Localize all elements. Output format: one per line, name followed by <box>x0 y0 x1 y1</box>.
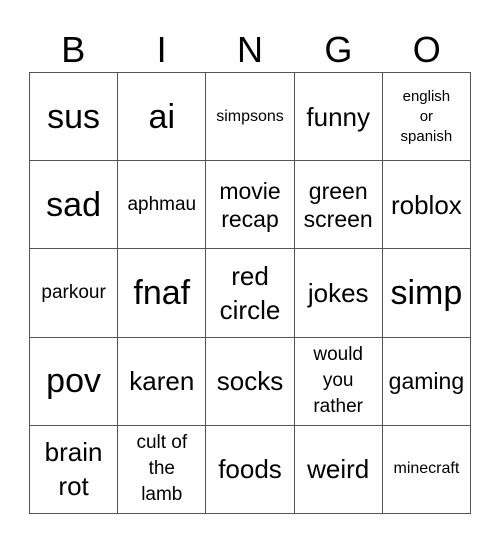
bingo-cell[interactable]: simpsons <box>206 73 295 162</box>
bingo-cell-text: pov <box>46 362 101 401</box>
bingo-cell-text: red circle <box>219 260 281 325</box>
bingo-cell-text: weird <box>307 454 370 485</box>
bingo-cell-text: would you rather <box>313 344 364 418</box>
bingo-cell-text: jokes <box>307 277 369 308</box>
bingo-cell[interactable]: minecraft <box>382 425 471 514</box>
bingo-cell-text: fnaf <box>133 273 191 312</box>
bingo-cell-text: green screen <box>303 177 373 232</box>
bingo-cell[interactable]: aphmau <box>118 161 207 250</box>
bingo-cell[interactable]: jokes <box>294 249 383 338</box>
bingo-cell[interactable]: karen <box>118 337 207 426</box>
bingo-cell-text: minecraft <box>393 460 460 478</box>
bingo-cell-text: karen <box>129 366 195 397</box>
bingo-cell[interactable]: foods <box>206 425 295 514</box>
bingo-cell-text: funny <box>306 101 370 132</box>
bingo-cell-text: ai <box>148 97 176 136</box>
header-letter-g: G <box>324 29 353 70</box>
bingo-cell-text: sad <box>46 185 101 224</box>
bingo-cell[interactable]: weird <box>294 425 383 514</box>
bingo-cell-text: gaming <box>388 368 465 395</box>
bingo-cell[interactable]: english or spanish <box>382 73 471 162</box>
bingo-cell[interactable]: cult of the lamb <box>118 425 207 514</box>
bingo-cell[interactable]: roblox <box>382 161 471 250</box>
bingo-cell-text: english or spanish <box>400 87 453 145</box>
bingo-cell[interactable]: socks <box>206 337 295 426</box>
bingo-cell-text: simp <box>390 273 463 312</box>
header-letter-b: B <box>61 29 86 70</box>
bingo-cell-text: roblox <box>390 189 462 220</box>
bingo-cell[interactable]: movie recap <box>206 161 295 250</box>
bingo-cell-text: cult of the lamb <box>136 432 188 506</box>
bingo-cell[interactable]: parkour <box>30 249 119 338</box>
bingo-cell-text: movie recap <box>219 177 281 232</box>
bingo-cell[interactable]: fnaf <box>118 249 207 338</box>
bingo-cell[interactable]: would you rather <box>294 337 383 426</box>
bingo-cell-text: simpsons <box>216 107 284 125</box>
bingo-cell[interactable]: pov <box>30 337 119 426</box>
bingo-cell[interactable]: brain rot <box>30 425 119 514</box>
bingo-cell[interactable]: ai <box>118 73 207 162</box>
header-letter-n: N <box>236 29 263 70</box>
bingo-cell[interactable]: funny <box>294 73 383 162</box>
bingo-cell[interactable]: simp <box>382 249 471 338</box>
bingo-cell-text: socks <box>216 366 284 397</box>
bingo-cell-text: foods <box>218 454 282 485</box>
bingo-cell-text: parkour <box>41 281 106 303</box>
bingo-card-grid: sus ai simpsons funny english or spanish sad a… <box>29 72 471 514</box>
bingo-cell[interactable]: sus <box>30 73 119 162</box>
bingo-cell-text: brain rot <box>44 437 103 502</box>
bingo-cell[interactable]: sad <box>30 161 119 250</box>
bingo-cell[interactable]: red circle <box>206 249 295 338</box>
header-letter-o: O <box>412 29 441 70</box>
bingo-cell-text: sus <box>47 97 101 136</box>
bingo-cell-text: aphmau <box>127 193 197 215</box>
bingo-cell[interactable]: gaming <box>382 337 471 426</box>
header-letter-i: I <box>156 29 167 70</box>
bingo-header: B I N G O <box>29 28 471 72</box>
bingo-cell[interactable]: green screen <box>294 161 383 250</box>
